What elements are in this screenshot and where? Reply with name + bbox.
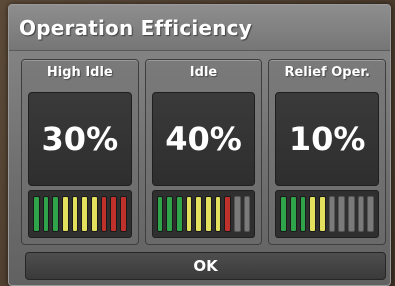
percentage-value: 40% [165, 120, 242, 158]
dialog-title: Operation Efficiency [19, 15, 252, 40]
meter-segment-red [110, 196, 118, 232]
meter-segment-off [328, 196, 336, 232]
meter-segment-red [224, 196, 232, 232]
meter-segment-off [338, 196, 346, 232]
meter-segment-green [290, 196, 297, 232]
meter-segment-green [156, 196, 164, 232]
operation-efficiency-dialog: Operation Efficiency High Idle 30% Idle … [8, 4, 391, 286]
percentage-value: 30% [41, 120, 119, 158]
level-meter [151, 190, 256, 238]
meter-segment-yellow [81, 196, 89, 232]
meter-segment-yellow [309, 196, 317, 232]
meter-segment-green [299, 196, 307, 232]
meter-segment-green [166, 196, 174, 232]
panel-high-idle: High Idle 30% [21, 59, 139, 245]
value-display: 30% [28, 92, 132, 186]
percentage-value: 10% [288, 120, 366, 158]
panel-idle: Idle 40% [144, 59, 263, 245]
value-display: 40% [151, 92, 256, 186]
value-display: 10% [275, 92, 380, 186]
meter-segment-yellow [205, 196, 212, 232]
meter-segment-green [176, 196, 183, 232]
meter-segment-red [100, 196, 108, 232]
efficiency-panels: High Idle 30% Idle 40% Relief Oper. 10% [21, 59, 387, 245]
meter-segment-off [367, 196, 375, 232]
meter-segment-yellow [319, 196, 326, 232]
meter-segment-off [357, 196, 365, 232]
meter-segment-yellow [71, 196, 79, 232]
level-meter [275, 190, 380, 238]
meter-segment-green [33, 196, 40, 232]
meter-segment-green [52, 196, 60, 232]
panel-relief-oper: Relief Oper. 10% [268, 59, 387, 245]
meter-segment-off [243, 196, 251, 232]
meter-segment-yellow [195, 196, 203, 232]
meter-segment-green [42, 196, 50, 232]
meter-segment-yellow [214, 196, 222, 232]
meter-segment-yellow [62, 196, 69, 232]
level-meter [28, 190, 132, 238]
meter-segment-green [280, 196, 288, 232]
title-bar: Operation Efficiency [9, 5, 390, 51]
ok-button[interactable]: OK [25, 252, 386, 280]
panel-label: High Idle [46, 65, 113, 80]
meter-segment-red [120, 196, 127, 232]
meter-segment-off [234, 196, 241, 232]
panel-label: Relief Oper. [284, 65, 370, 80]
meter-segment-yellow [185, 196, 193, 232]
meter-segment-off [348, 196, 355, 232]
panel-label: Idle [189, 65, 218, 80]
meter-segment-yellow [91, 196, 98, 232]
